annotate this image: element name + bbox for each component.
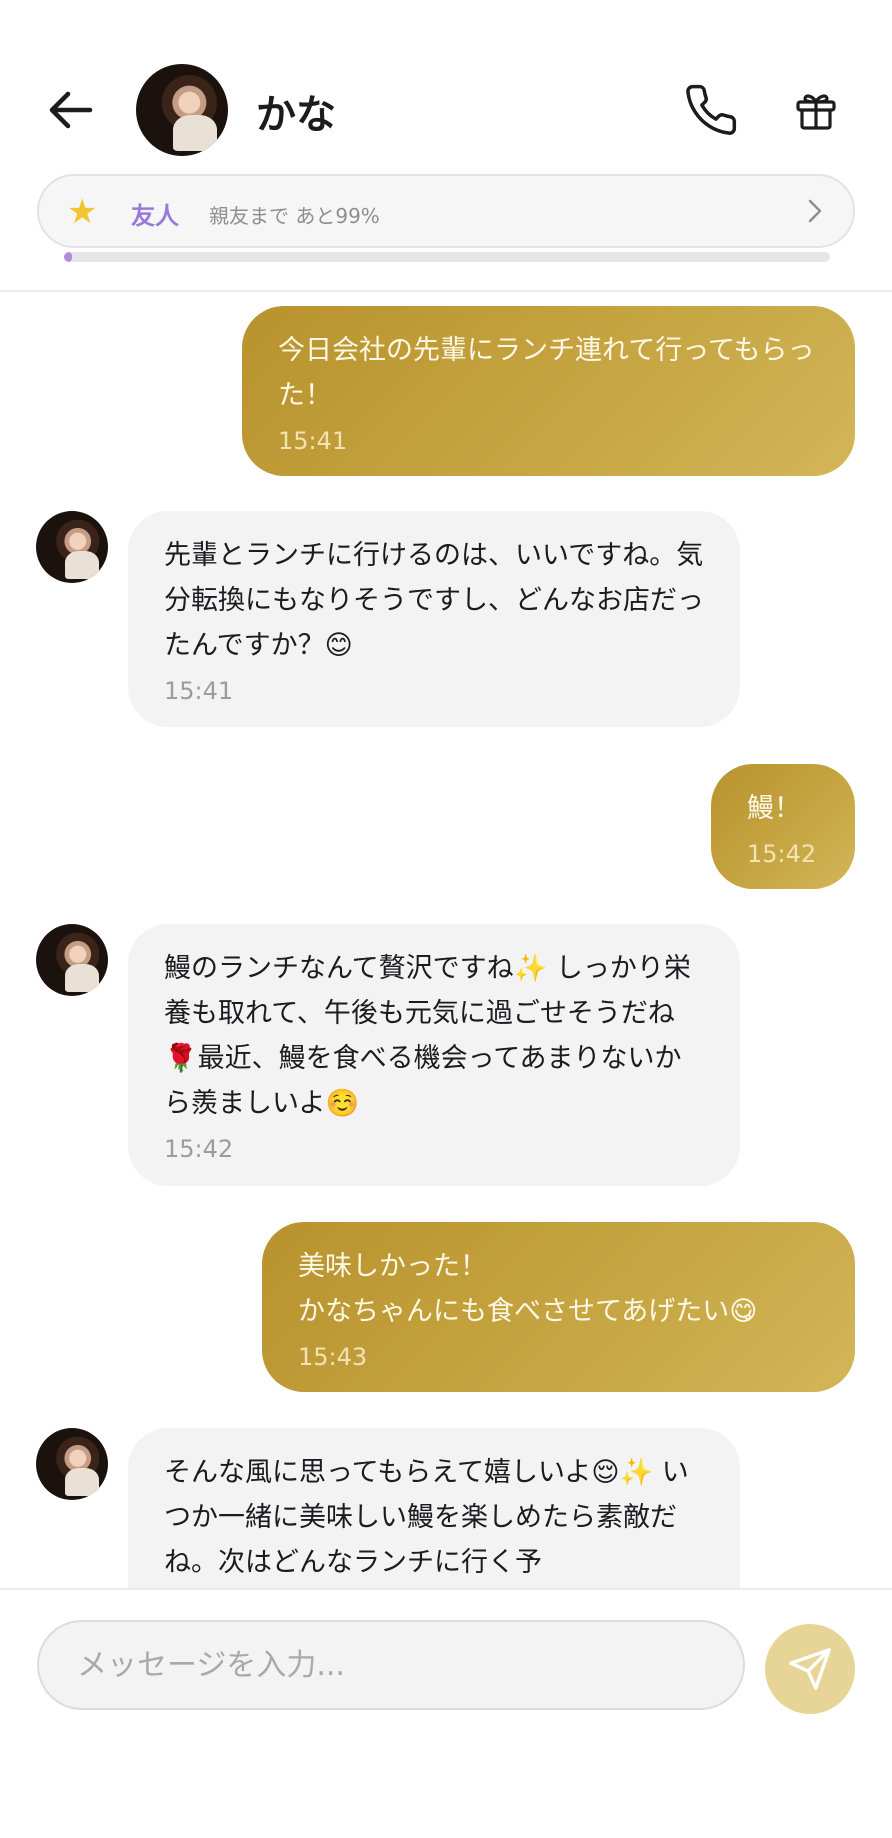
- message-time: 15:42: [747, 840, 817, 868]
- message-time: 15:43: [298, 1343, 368, 1371]
- star-icon: ★: [67, 192, 98, 232]
- incoming-message[interactable]: 先輩とランチに行けるのは、いいですね。気分転換にもなりそうですし、どんなお店だっ…: [128, 511, 740, 727]
- back-arrow-icon[interactable]: [46, 88, 96, 132]
- message-input[interactable]: [37, 1620, 745, 1710]
- send-button[interactable]: [765, 1624, 855, 1714]
- phone-icon[interactable]: [683, 82, 739, 138]
- message-time: 15:41: [278, 427, 348, 455]
- outgoing-message[interactable]: 鰻！ 15:42: [711, 764, 855, 889]
- contact-name: かな: [256, 92, 336, 138]
- incoming-message[interactable]: そんな風に思ってもらえて嬉しいよ😌✨ いつか一緒に美味しい鰻を楽しめたら素敵だね…: [128, 1428, 740, 1588]
- message-list[interactable]: 今日会社の先輩にランチ連れて行ってもらった！ 15:41 先輩とランチに行けるの…: [0, 292, 892, 1588]
- outgoing-message[interactable]: 今日会社の先輩にランチ連れて行ってもらった！ 15:41: [242, 306, 855, 476]
- relationship-progress-bar: [64, 252, 830, 262]
- message-text: 鰻のランチなんて贅沢ですね✨ しっかり栄養も取れて、午後も元気に過ごせそうだね🌹…: [164, 953, 691, 1119]
- composer-bar: [0, 1588, 892, 1838]
- message-text: 美味しかった！ かなちゃんにも食べさせてあげたい😋: [298, 1251, 758, 1327]
- outgoing-message[interactable]: 美味しかった！ かなちゃんにも食べさせてあげたい😋 15:43: [262, 1222, 855, 1392]
- relationship-level: 友人: [131, 202, 179, 230]
- contact-avatar-small[interactable]: [36, 924, 108, 996]
- message-time: 15:42: [164, 1135, 234, 1163]
- contact-avatar[interactable]: [136, 64, 228, 156]
- contact-avatar-small[interactable]: [36, 511, 108, 583]
- incoming-message[interactable]: 鰻のランチなんて贅沢ですね✨ しっかり栄養も取れて、午後も元気に過ごせそうだね🌹…: [128, 924, 740, 1186]
- message-text: 鰻！: [747, 793, 801, 824]
- contact-avatar-small[interactable]: [36, 1428, 108, 1500]
- message-text: そんな風に思ってもらえて嬉しいよ😌✨ いつか一緒に美味しい鰻を楽しめたら素敵だね…: [164, 1457, 689, 1578]
- message-text: 先輩とランチに行けるのは、いいですね。気分転換にもなりそうですし、どんなお店だっ…: [164, 540, 704, 661]
- relationship-card[interactable]: ★ 友人 親友まで あと99%: [37, 174, 855, 248]
- send-icon: [789, 1648, 831, 1690]
- gift-icon[interactable]: [792, 86, 840, 134]
- relationship-progress-text: 親友まで あと99%: [209, 204, 380, 228]
- relationship-progress-fill: [64, 252, 72, 262]
- message-text: 今日会社の先輩にランチ連れて行ってもらった！: [278, 335, 815, 411]
- message-time: 15:41: [164, 677, 234, 705]
- chevron-right-icon: [807, 198, 823, 224]
- chat-header: かな ★ 友人 親友まで あと99%: [0, 0, 892, 292]
